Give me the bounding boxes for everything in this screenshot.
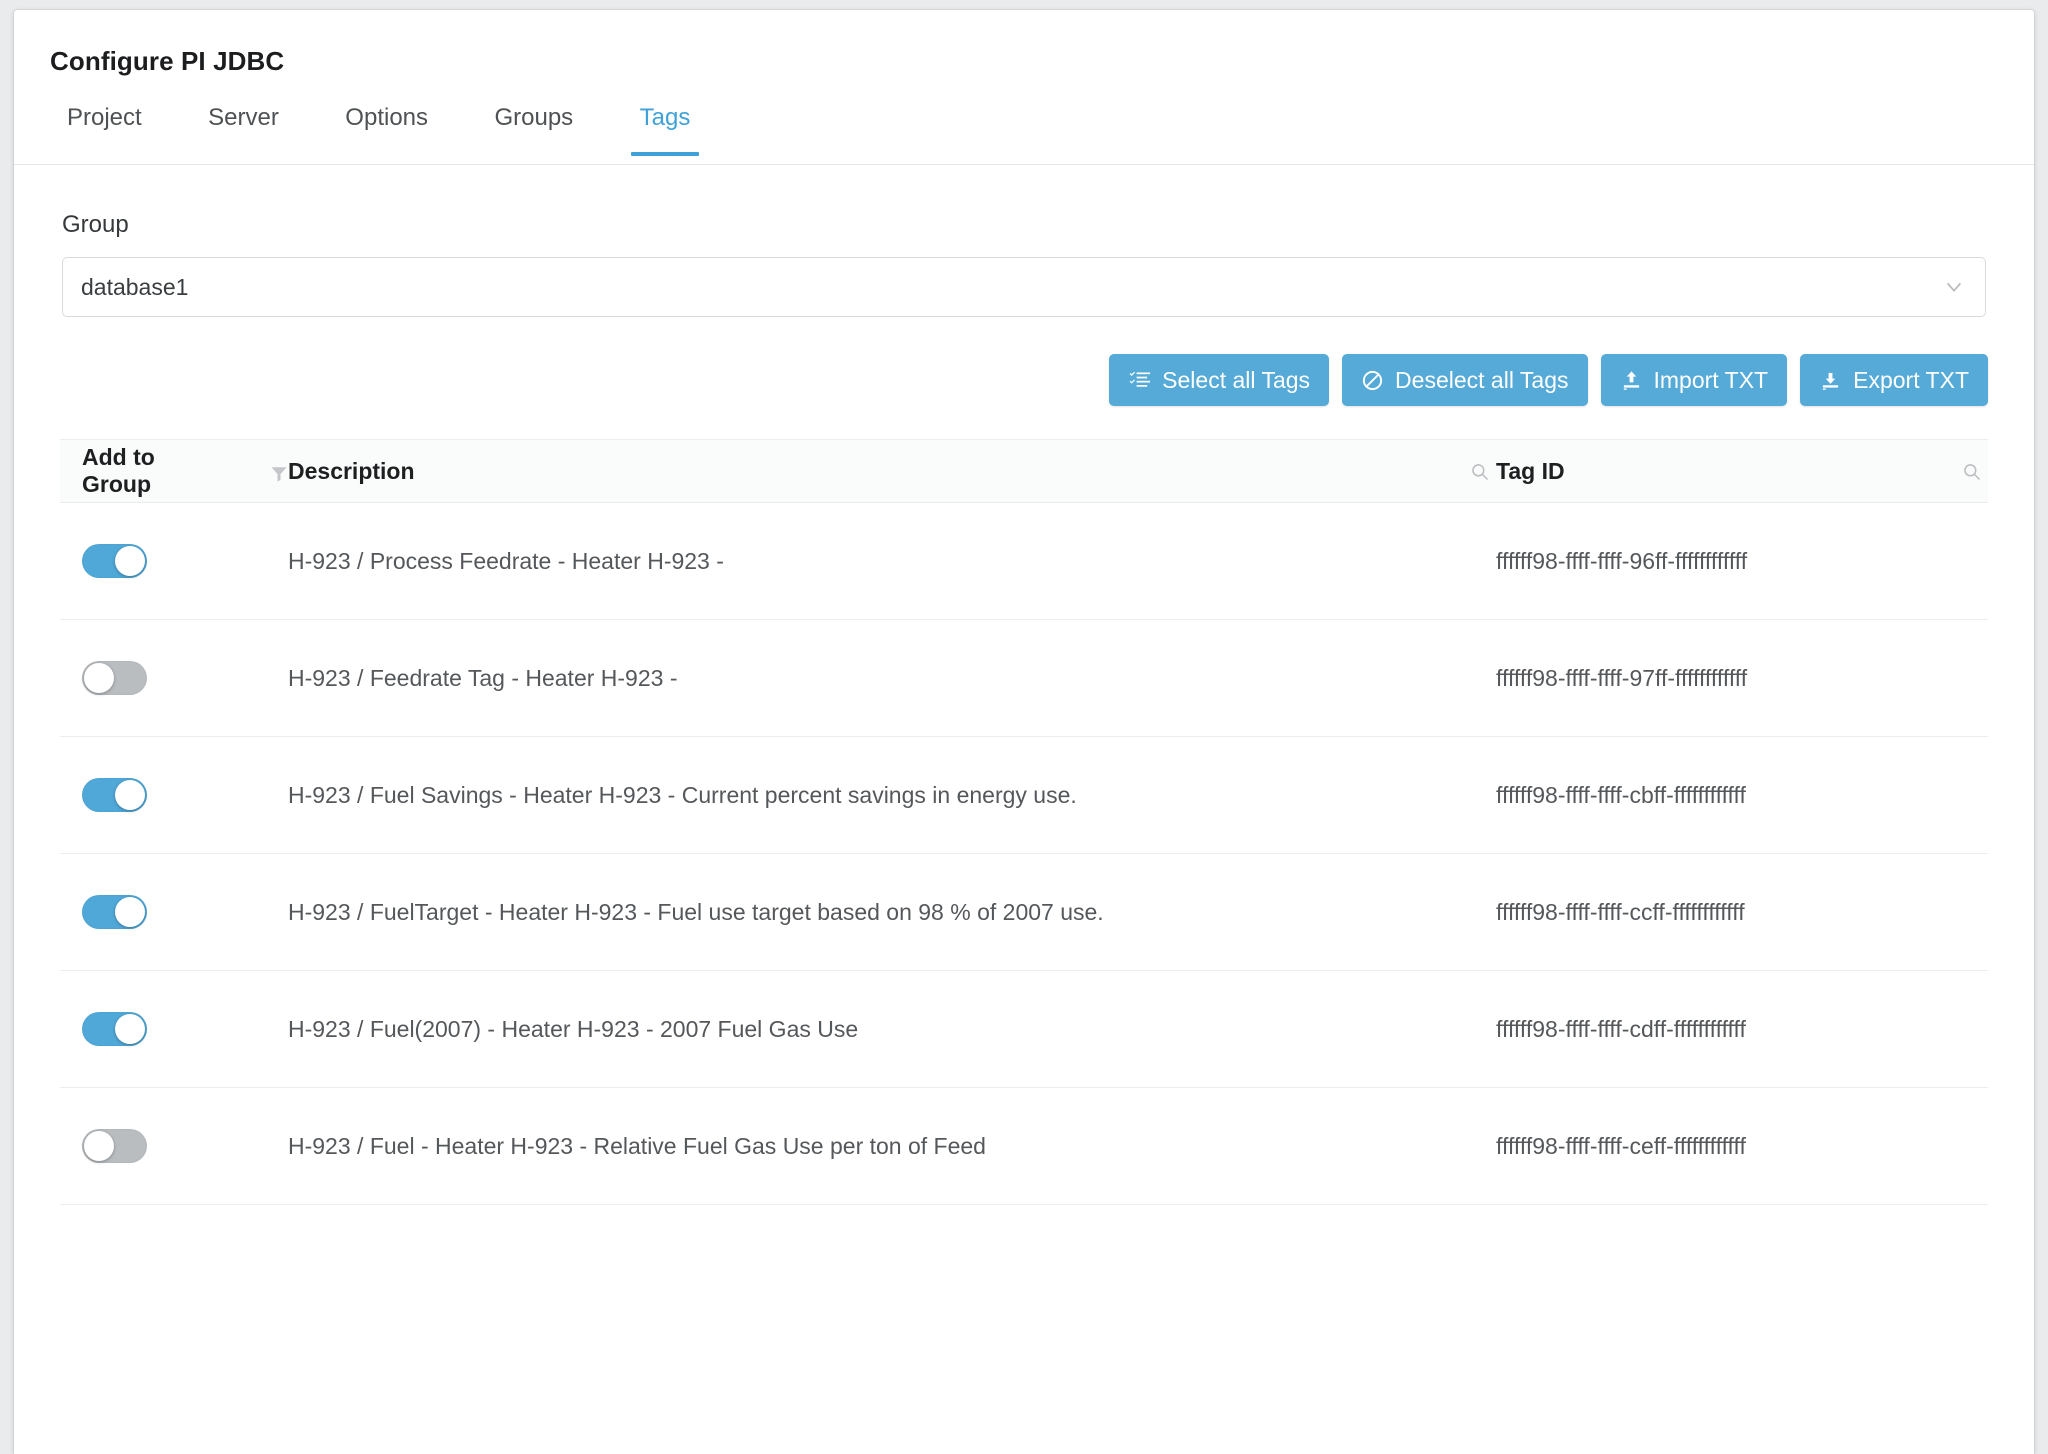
add-to-group-toggle[interactable] — [82, 778, 147, 812]
toggle-knob — [115, 897, 145, 927]
tag-id-cell: ffffff98-ffff-ffff-ceff-ffffffffffff — [1496, 1132, 1746, 1159]
add-to-group-toggle[interactable] — [82, 1129, 147, 1163]
import-txt-label: Import TXT — [1653, 366, 1769, 393]
table-row: H-923 / Feedrate Tag - Heater H-923 - ff… — [60, 620, 1988, 737]
add-to-group-cell — [60, 778, 288, 812]
page-title: Configure PI JDBC — [50, 46, 285, 76]
toggle-knob — [115, 1014, 145, 1044]
toggle-knob — [84, 1131, 114, 1161]
add-to-group-toggle[interactable] — [82, 661, 147, 695]
upload-icon — [1620, 369, 1643, 392]
tag-id-cell: ffffff98-ffff-ffff-96ff-ffffffffffff — [1496, 547, 1748, 574]
deselect-all-tags-button[interactable]: Deselect all Tags — [1342, 354, 1588, 406]
group-label: Group — [62, 211, 129, 238]
ban-icon — [1361, 369, 1384, 392]
table-row: H-923 / Fuel(2007) - Heater H-923 - 2007… — [60, 971, 1988, 1088]
tab-tags[interactable]: Tags — [609, 103, 722, 156]
description-label: Description — [288, 457, 415, 484]
search-icon[interactable] — [1962, 461, 1982, 481]
add-to-group-label: Add to Group — [82, 444, 155, 497]
description-cell: H-923 / Process Feedrate - Heater H-923 … — [288, 547, 724, 574]
list-check-icon — [1128, 369, 1151, 392]
tab-options[interactable]: Options — [314, 103, 459, 155]
tab-groups[interactable]: Groups — [463, 103, 604, 155]
tag-id-label: Tag ID — [1496, 457, 1565, 484]
table-row: H-923 / Process Feedrate - Heater H-923 … — [60, 503, 1988, 620]
tag-id-cell: ffffff98-ffff-ffff-cdff-ffffffffffff — [1496, 1015, 1746, 1042]
table-header-row: Add to Group Description Tag ID — [60, 440, 1988, 503]
add-to-group-cell — [60, 544, 288, 578]
tab-server[interactable]: Server — [177, 103, 310, 155]
tags-table: Add to Group Description Tag ID H-923 / … — [60, 439, 1988, 1205]
description-cell: H-923 / Fuel - Heater H-923 - Relative F… — [288, 1132, 986, 1159]
configure-dialog: Configure PI JDBC Project Server Options… — [14, 10, 2034, 1454]
tag-id-cell: ffffff98-ffff-ffff-cbff-ffffffffffff — [1496, 781, 1746, 808]
add-to-group-toggle[interactable] — [82, 895, 147, 929]
column-header-description: Description — [288, 458, 1496, 485]
deselect-all-tags-label: Deselect all Tags — [1395, 366, 1569, 393]
add-to-group-cell — [60, 661, 288, 695]
table-row: H-923 / FuelTarget - Heater H-923 - Fuel… — [60, 854, 1988, 971]
toggle-knob — [115, 780, 145, 810]
import-txt-button[interactable]: Import TXT — [1600, 354, 1788, 406]
toggle-knob — [115, 546, 145, 576]
select-all-tags-button[interactable]: Select all Tags — [1109, 354, 1330, 406]
chevron-down-icon — [1943, 276, 1965, 298]
export-txt-label: Export TXT — [1853, 366, 1969, 393]
description-cell: H-923 / Fuel Savings - Heater H-923 - Cu… — [288, 781, 1077, 808]
group-field: Group database1 — [14, 165, 2034, 317]
export-txt-button[interactable]: Export TXT — [1800, 354, 1988, 406]
screen: Configure PI JDBC Project Server Options… — [0, 0, 2048, 1454]
add-to-group-toggle[interactable] — [82, 1012, 147, 1046]
column-header-tag-id: Tag ID — [1496, 458, 1988, 485]
description-cell: H-923 / Fuel(2007) - Heater H-923 - 2007… — [288, 1015, 859, 1042]
toggle-knob — [84, 663, 114, 693]
funnel-icon[interactable] — [270, 462, 288, 482]
search-icon[interactable] — [1470, 461, 1490, 481]
download-icon — [1819, 369, 1842, 392]
description-cell: H-923 / FuelTarget - Heater H-923 - Fuel… — [288, 898, 1104, 925]
tab-bar: Project Server Options Groups Tags — [14, 103, 2034, 165]
tag-toolbar: Select all Tags Deselect all Tags Import… — [14, 317, 2034, 406]
add-to-group-cell — [60, 1129, 288, 1163]
add-to-group-cell — [60, 1012, 288, 1046]
description-cell: H-923 / Feedrate Tag - Heater H-923 - — [288, 664, 678, 691]
tab-project[interactable]: Project — [36, 103, 173, 155]
tag-id-cell: ffffff98-ffff-ffff-97ff-ffffffffffff — [1496, 664, 1748, 691]
table-row: H-923 / Fuel Savings - Heater H-923 - Cu… — [60, 737, 1988, 854]
add-to-group-toggle[interactable] — [82, 544, 147, 578]
group-select[interactable]: database1 — [62, 257, 1986, 317]
tag-id-cell: ffffff98-ffff-ffff-ccff-ffffffffffff — [1496, 898, 1745, 925]
add-to-group-cell — [60, 895, 288, 929]
select-all-tags-label: Select all Tags — [1162, 366, 1311, 393]
table-row: H-923 / Fuel - Heater H-923 - Relative F… — [60, 1088, 1988, 1205]
group-select-value: database1 — [81, 273, 189, 300]
column-header-add-to-group: Add to Group — [60, 444, 288, 498]
